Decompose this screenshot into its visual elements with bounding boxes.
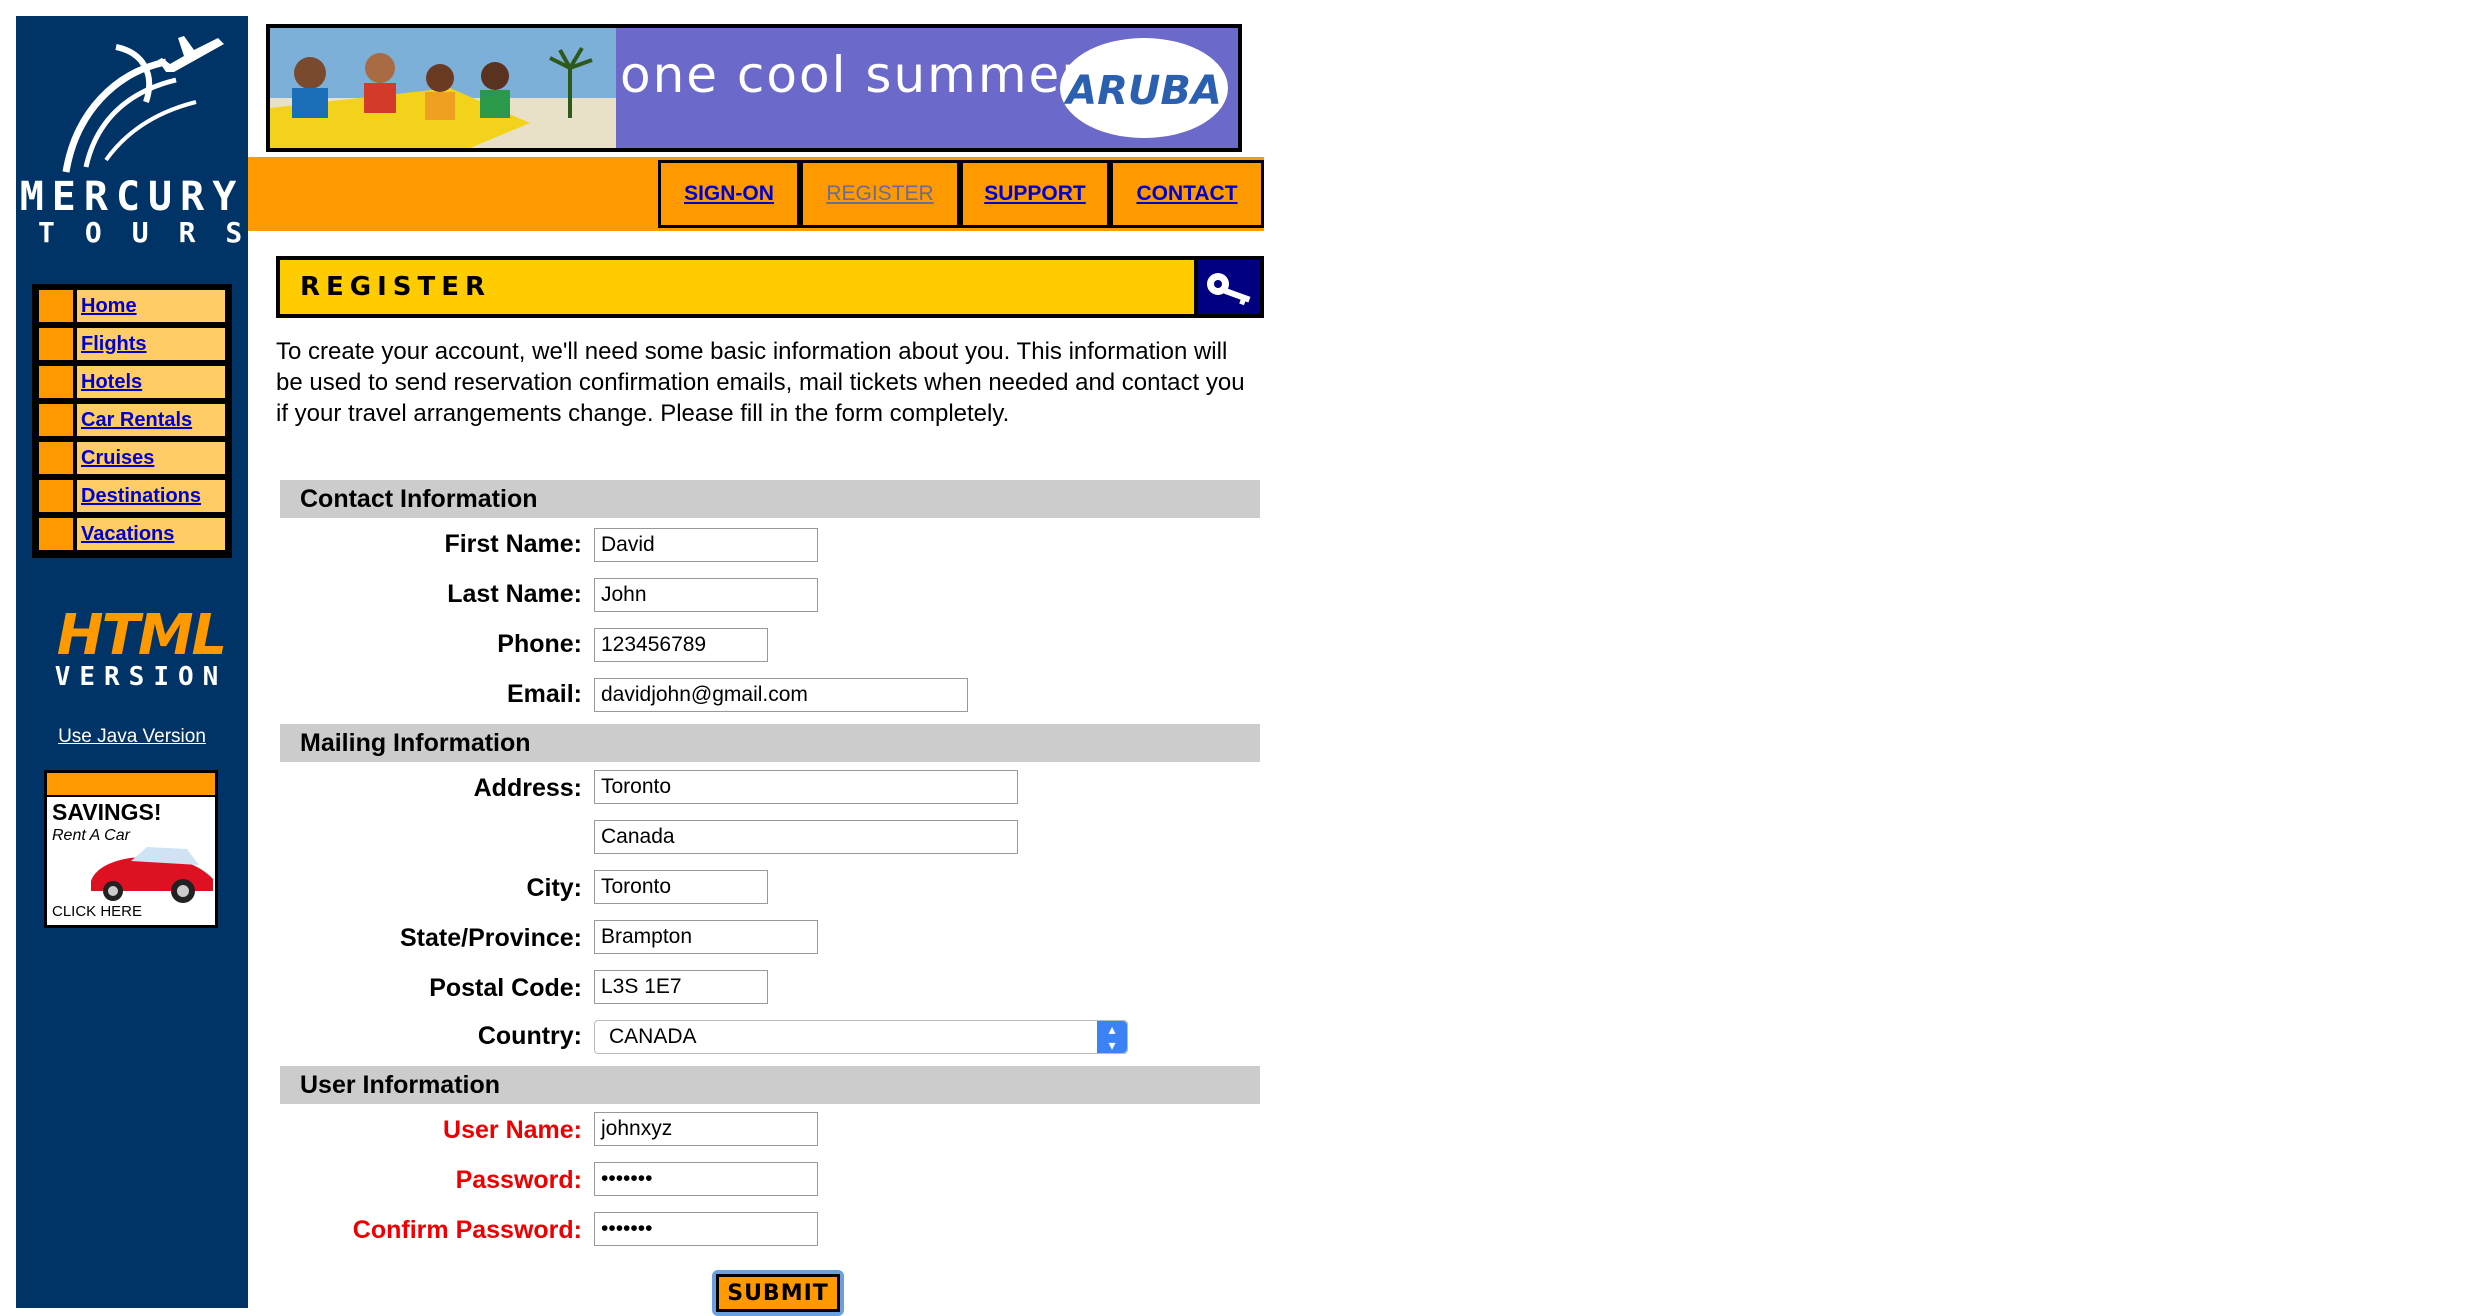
last-name-label: Last Name:: [447, 580, 582, 608]
side-nav-item-hotels: Hotels: [35, 363, 229, 398]
savings-ad-cta: CLICK HERE: [52, 903, 143, 920]
side-nav-item-vacations: Vacations: [35, 515, 229, 550]
tab-contact: CONTACT: [1110, 160, 1264, 228]
logo-text-tours: TOURS: [38, 216, 273, 249]
logo-text-mercury: MERCURY: [19, 174, 245, 220]
support-link[interactable]: SUPPORT: [963, 163, 1107, 225]
tab-sign-on: SIGN-ON: [658, 160, 800, 228]
side-nav-item-home: Home: [35, 287, 229, 322]
intro-text: To create your account, we'll need some …: [276, 338, 1245, 427]
side-nav-item-cruises: Cruises: [35, 439, 229, 474]
country-select[interactable]: CANADA ▴ ▾: [594, 1020, 1128, 1054]
email-label: Email:: [506, 680, 582, 708]
city-field[interactable]: Toronto: [594, 870, 768, 904]
first-name-label: First Name:: [444, 530, 582, 558]
key-icon-box: [1198, 260, 1260, 314]
phone-label: Phone:: [497, 630, 582, 658]
address-line1-field[interactable]: Toronto: [594, 770, 1018, 804]
banner-text: one cool summer: [620, 46, 1084, 104]
address-line2-field[interactable]: Canada: [594, 820, 1018, 854]
email-field[interactable]: davidjohn@gmail.com: [594, 678, 968, 712]
address-label: Address:: [473, 774, 582, 802]
confirm-password-label: Confirm Password:: [352, 1216, 582, 1244]
side-nav-item-flights: Flights: [35, 325, 229, 360]
nav-link-flights[interactable]: Flights: [77, 328, 225, 360]
promo-banner[interactable]: one cool summer ARUBA: [266, 24, 1242, 152]
contact-link[interactable]: CONTACT: [1113, 163, 1261, 225]
nav-link-destinations[interactable]: Destinations: [77, 480, 225, 512]
page-title: REGISTER: [300, 272, 492, 302]
sign-on-link[interactable]: SIGN-ON: [661, 163, 797, 225]
section-contact-information: Contact Information: [280, 480, 1260, 518]
savings-ad-title: SAVINGS!: [52, 799, 162, 825]
side-nav: Home Flights Hotels Car Rentals Cruises …: [32, 284, 232, 558]
country-select-value: CANADA: [609, 1025, 697, 1048]
side-nav-item-car-rentals: Car Rentals: [35, 401, 229, 436]
nav-link-hotels[interactable]: Hotels: [77, 366, 225, 398]
section-user-information: User Information: [280, 1066, 1260, 1104]
beach-photo-icon: [270, 28, 616, 148]
first-name-field[interactable]: David: [594, 528, 818, 562]
section-mailing-information: Mailing Information: [280, 724, 1260, 762]
html-badge-big: HTML: [56, 603, 227, 668]
password-label: Password:: [455, 1166, 582, 1194]
submit-button-label: SUBMIT: [719, 1277, 837, 1309]
postal-code-field[interactable]: L3S 1E7: [594, 970, 768, 1004]
state-label: State/Province:: [399, 924, 582, 952]
phone-field[interactable]: 123456789: [594, 628, 768, 662]
state-field[interactable]: Brampton: [594, 920, 818, 954]
select-arrows-icon: ▴ ▾: [1097, 1021, 1127, 1053]
postal-code-label: Postal Code:: [429, 974, 582, 1002]
nav-link-home[interactable]: Home: [77, 290, 225, 322]
key-icon: [1207, 273, 1251, 306]
side-nav-item-destinations: Destinations: [35, 477, 229, 512]
user-name-field[interactable]: johnxyz: [594, 1112, 818, 1146]
nav-link-car-rentals[interactable]: Car Rentals: [77, 404, 225, 436]
aruba-logo: ARUBA: [1060, 38, 1228, 138]
tab-support: SUPPORT: [960, 160, 1110, 228]
country-label: Country:: [477, 1022, 582, 1050]
register-header: REGISTER: [276, 256, 1264, 318]
city-label: City:: [526, 874, 582, 902]
confirm-password-field[interactable]: •••••••: [594, 1212, 818, 1246]
register-link[interactable]: REGISTER: [803, 163, 957, 225]
nav-link-cruises[interactable]: Cruises: [77, 442, 225, 474]
sidebar: MERCURY TOURS Home Flights Hotels Car Re…: [16, 16, 248, 1308]
savings-ad[interactable]: SAVINGS! Rent A Car CLICK HERE: [44, 770, 218, 928]
mercury-plane-logo-icon: [62, 36, 224, 173]
html-badge-small: VERSION: [54, 662, 228, 692]
password-field[interactable]: •••••••: [594, 1162, 818, 1196]
submit-button[interactable]: SUBMIT: [712, 1270, 844, 1316]
last-name-field[interactable]: John: [594, 578, 818, 612]
use-java-version-link[interactable]: Use Java Version: [16, 726, 248, 748]
html-version-badge: HTML VERSION: [46, 603, 236, 693]
red-car-icon: [91, 847, 213, 903]
tab-register: REGISTER: [800, 160, 960, 228]
user-name-label: User Name:: [443, 1116, 582, 1144]
nav-link-vacations[interactable]: Vacations: [77, 518, 225, 550]
